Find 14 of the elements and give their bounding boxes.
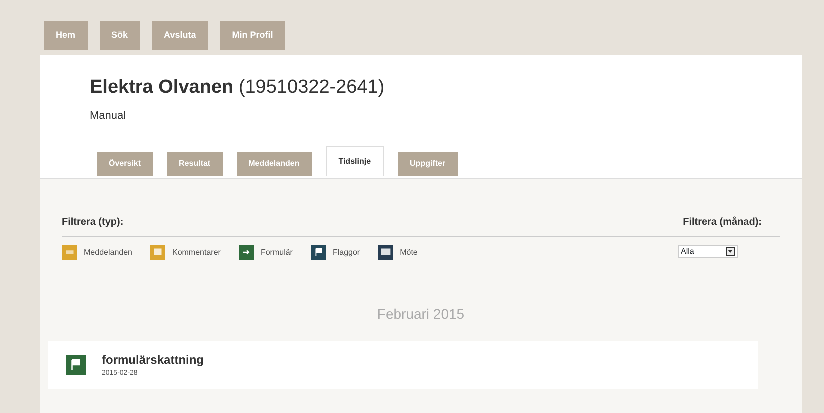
entry-title: formulärskattning [102, 352, 204, 369]
filter-option[interactable]: Flaggor [332, 246, 360, 258]
tab[interactable]: Tidslinje [326, 146, 384, 176]
filter-label: Filtrera (månad): [683, 216, 762, 230]
patient-name: Elektra Olvanen (19510322-2641) [90, 77, 386, 100]
subtitle: Manual [90, 108, 128, 124]
filter-option[interactable]: Möte [400, 246, 418, 258]
month-select[interactable]: Alla [678, 245, 738, 258]
dropdown-icon [726, 247, 735, 256]
filter-option[interactable]: Kommentarer [172, 246, 221, 258]
month-heading: Februari 2015 [376, 305, 466, 324]
filter-option[interactable]: Formulär [260, 246, 293, 258]
filter-option[interactable]: Meddelanden [84, 246, 132, 258]
filter-label: Filtrera (typ): [62, 216, 124, 230]
